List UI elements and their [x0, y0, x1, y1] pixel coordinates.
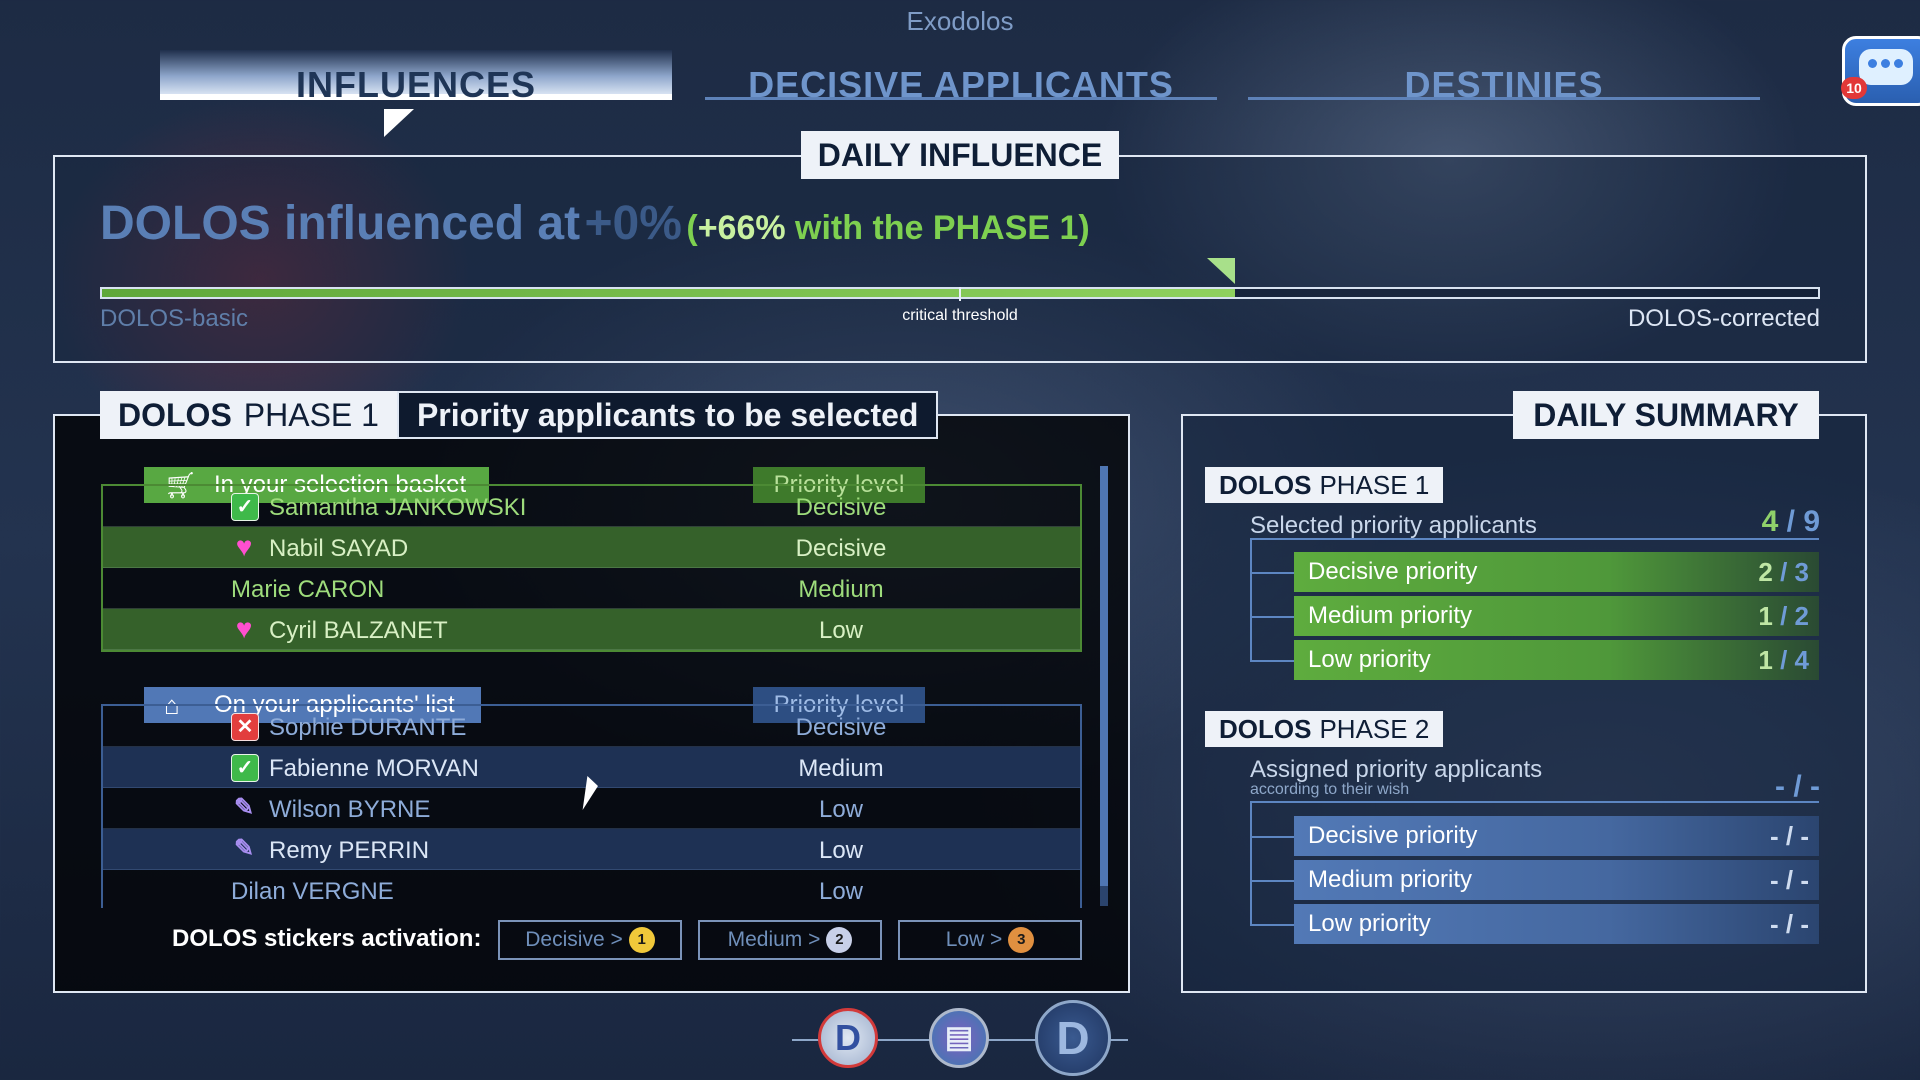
list-item[interactable]: ✓ Samantha JANKOWSKI Decisive — [103, 486, 1080, 527]
label-critical-threshold: critical threshold — [902, 307, 1018, 324]
phase1-header: DOLOS PHASE 1 Priority applicants to be s… — [100, 391, 939, 439]
list-item[interactable]: Marie CARON Medium — [103, 568, 1080, 609]
applicant-name: Dilan VERGNE — [231, 878, 394, 905]
applicant-priority: Low — [818, 837, 864, 864]
label-dolos-corrected: DOLOS-corrected — [1627, 305, 1820, 332]
tree-branch — [1250, 616, 1294, 618]
tab-decisive-applicants[interactable]: DECISIVE APPLICANTS — [705, 50, 1217, 105]
influence-label: DOLOS influenced at — [100, 197, 581, 250]
active-tab-pointer — [384, 109, 414, 137]
summary-phase1-label: Selected priority applicants — [1250, 512, 1537, 539]
applicant-name: Fabienne MORVAN — [269, 755, 479, 782]
phase1-subtitle: Priority applicants to be selected — [396, 391, 939, 439]
summary-phase2-row-medium: Medium priority - / - — [1294, 860, 1819, 900]
critical-threshold-tick — [959, 287, 961, 301]
sticker-low-button[interactable]: Low >3 — [898, 920, 1082, 960]
applicants-scrollbar[interactable] — [1100, 466, 1108, 906]
applicant-priority: Medium — [798, 755, 884, 782]
chat-unread-count: 10 — [1841, 77, 1867, 99]
stickers-label: DOLOS stickers activation: — [172, 925, 482, 952]
applicant-priority: Medium — [798, 576, 884, 603]
influence-bar-fill — [102, 289, 1235, 297]
sticker-1-icon: 1 — [628, 927, 655, 954]
summary-phase2-total: - / - — [1775, 770, 1820, 803]
tab-influences[interactable]: INFLUENCES — [160, 50, 672, 105]
applicant-name: Nabil SAYAD — [269, 535, 409, 562]
applicant-priority: Decisive — [795, 714, 887, 741]
list-item[interactable]: Dilan VERGNE Low — [103, 870, 1080, 908]
dolos-d-blue-icon[interactable]: D — [1035, 1000, 1111, 1076]
pin-icon: ✎ — [233, 835, 255, 862]
summary-phase1-tree — [1250, 540, 1252, 662]
list-item[interactable]: ✎ Remy PERRIN Low — [103, 829, 1080, 870]
summary-phase1-row-decisive: Decisive priority 2 / 3 — [1294, 552, 1819, 592]
sticker-3-icon: 3 — [1008, 927, 1035, 954]
summary-phase2-underline — [1250, 801, 1819, 803]
summary-phase2-row-decisive: Decisive priority - / - — [1294, 816, 1819, 856]
check-icon: ✓ — [231, 754, 259, 782]
summary-phase1-row-low: Low priority 1 / 4 — [1294, 640, 1819, 680]
chat-button[interactable]: 10 — [1841, 36, 1920, 106]
summary-phase1-row-medium: Medium priority 1 / 2 — [1294, 596, 1819, 636]
applicant-priority: Low — [818, 617, 864, 644]
tree-branch — [1250, 572, 1294, 574]
influence-bar-marker — [1207, 258, 1236, 284]
applicant-name: Samantha JANKOWSKI — [269, 494, 527, 521]
check-icon: ✓ — [231, 493, 259, 521]
chat-bubble-icon — [1859, 49, 1913, 85]
influence-value: +0% — [584, 197, 682, 250]
summary-phase2-label: Assigned priority applicants — [1250, 756, 1543, 783]
dolos-d-red-icon[interactable]: D — [818, 1008, 878, 1068]
x-icon: ✕ — [231, 713, 259, 741]
tab-destinies[interactable]: DESTINIES — [1248, 50, 1760, 105]
sticker-medium-button[interactable]: Medium >2 — [698, 920, 882, 960]
summary-phase2-tree — [1250, 803, 1252, 925]
influence-phase-note: (+66% with the PHASE 1) — [686, 209, 1090, 247]
daily-summary-title: DAILY SUMMARY — [1513, 391, 1819, 439]
applicant-priority: Decisive — [795, 494, 887, 521]
list-item[interactable]: ✕ Sophie DURANTE Decisive — [103, 706, 1080, 747]
applicant-name: Wilson BYRNE — [269, 796, 431, 823]
tree-branch — [1250, 880, 1294, 882]
summary-phase2-sublabel: according to their wish — [1250, 781, 1410, 798]
daily-influence-panel — [53, 155, 1867, 363]
sticker-2-icon: 2 — [826, 927, 853, 954]
scrollbar-thumb[interactable] — [1100, 466, 1108, 886]
applicant-priority: Decisive — [795, 535, 887, 562]
summary-phase2-row-low: Low priority - / - — [1294, 904, 1819, 944]
tree-branch — [1250, 924, 1294, 926]
applicant-name: Marie CARON — [231, 576, 385, 603]
applicant-name: Remy PERRIN — [269, 837, 430, 864]
applicant-priority: Low — [818, 878, 864, 905]
summary-phase1-tag: DOLOS PHASE 1 — [1205, 467, 1444, 503]
summary-phase1-total: 4 / 9 — [1761, 505, 1820, 538]
basket-list: ✓ Samantha JANKOWSKI Decisive ♥ Nabil SA… — [101, 484, 1082, 652]
daily-influence-title: DAILY INFLUENCE — [801, 131, 1119, 179]
tree-branch — [1250, 660, 1294, 662]
game-title: Exodolos — [906, 6, 1014, 36]
list-item[interactable]: ♥ Cyril BALZANET Low — [103, 609, 1080, 650]
applicant-name: Cyril BALZANET — [269, 617, 448, 644]
label-dolos-basic: DOLOS-basic — [100, 305, 249, 332]
influence-headline: DOLOS influenced at +0% (+66% with the P… — [100, 196, 1090, 251]
applicant-name: Sophie DURANTE — [269, 714, 467, 741]
phase1-tag: DOLOS PHASE 1 — [100, 391, 397, 439]
applicant-priority: Low — [818, 796, 864, 823]
tree-branch — [1250, 836, 1294, 838]
influence-phase-value: +66% — [697, 209, 786, 247]
heart-icon: ♥ — [235, 531, 253, 562]
sticker-decisive-button[interactable]: Decisive >1 — [498, 920, 682, 960]
newspaper-icon[interactable]: ▤ — [929, 1008, 989, 1068]
pin-icon: ✎ — [233, 794, 255, 821]
heart-icon: ♥ — [235, 613, 253, 644]
list-item[interactable]: ♥ Nabil SAYAD Decisive — [103, 527, 1080, 568]
summary-phase1-underline — [1250, 538, 1819, 540]
summary-phase2-tag: DOLOS PHASE 2 — [1205, 711, 1444, 747]
